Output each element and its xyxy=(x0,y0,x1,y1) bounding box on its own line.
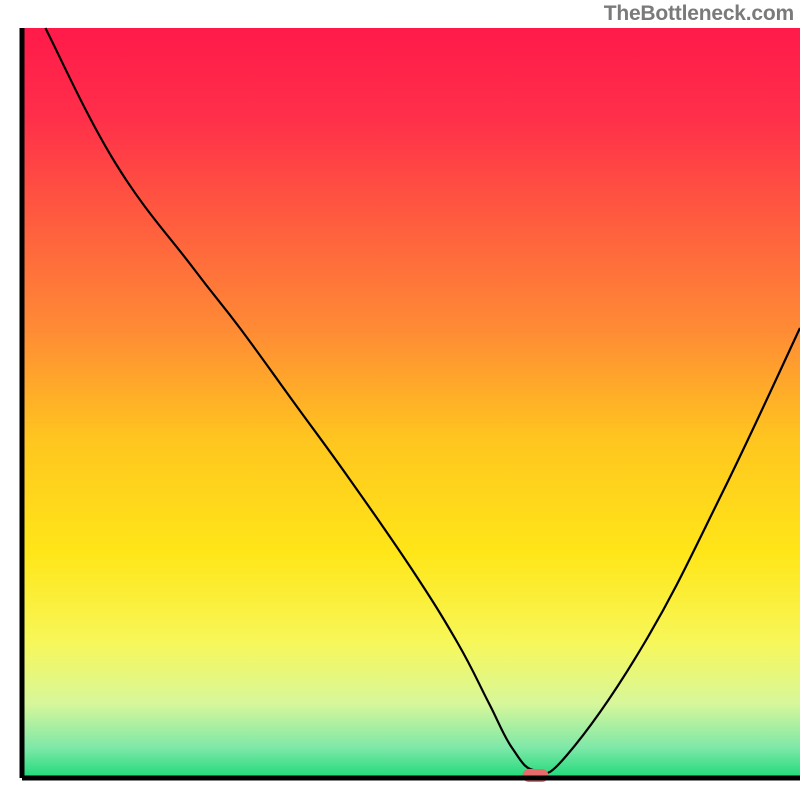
bottleneck-chart xyxy=(0,0,800,800)
watermark-label: TheBottleneck.com xyxy=(604,2,794,26)
chart-background-gradient xyxy=(22,28,800,778)
